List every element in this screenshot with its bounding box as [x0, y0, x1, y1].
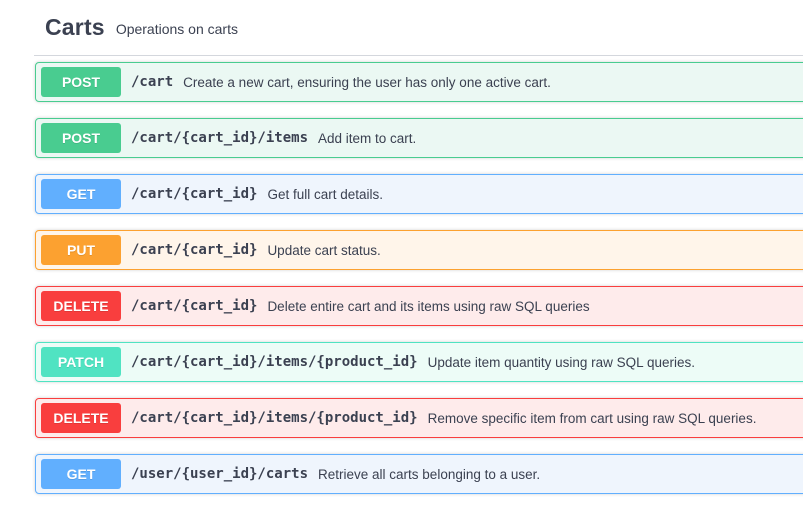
operation-path: /user/{user_id}/carts — [131, 466, 309, 482]
operation-path: /cart/{cart_id} — [131, 298, 258, 314]
operation-summary: Add item to cart. — [318, 130, 417, 146]
operation-summary: Retrieve all carts belonging to a user. — [318, 466, 541, 482]
operation-summary: Delete entire cart and its items using r… — [267, 298, 590, 314]
operation-patch-cart-item[interactable]: PATCH /cart/{cart_id}/items/{product_id}… — [35, 342, 803, 382]
tag-description: Operations on carts — [115, 20, 238, 37]
operation-path: /cart/{cart_id} — [131, 186, 258, 202]
operation-path: /cart/{cart_id}/items/{product_id} — [131, 410, 418, 426]
method-badge: PUT — [41, 235, 121, 265]
operation-post-cart[interactable]: POST /cart Create a new cart, ensuring t… — [35, 62, 803, 102]
method-badge: DELETE — [41, 291, 121, 321]
operation-path: /cart/{cart_id} — [131, 242, 258, 258]
operation-get-cart[interactable]: GET /cart/{cart_id} Get full cart detail… — [35, 174, 803, 214]
operation-summary: Remove specific item from cart using raw… — [427, 410, 757, 426]
tag-name: Carts — [45, 14, 105, 40]
operation-delete-cart[interactable]: DELETE /cart/{cart_id} Delete entire car… — [35, 286, 803, 326]
carts-section: Carts Operations on carts POST /cart Cre… — [0, 0, 803, 513]
operation-path: /cart/{cart_id}/items/{product_id} — [131, 354, 418, 370]
operation-summary: Update cart status. — [267, 242, 381, 258]
method-badge: GET — [41, 179, 121, 209]
method-badge: DELETE — [41, 403, 121, 433]
operation-get-user-carts[interactable]: GET /user/{user_id}/carts Retrieve all c… — [35, 454, 803, 494]
operations-list: POST /cart Create a new cart, ensuring t… — [35, 62, 803, 510]
operation-summary: Create a new cart, ensuring the user has… — [183, 74, 551, 90]
operation-path: /cart/{cart_id}/items — [131, 130, 309, 146]
method-badge: POST — [41, 123, 121, 153]
method-badge: GET — [41, 459, 121, 489]
operation-summary: Get full cart details. — [267, 186, 383, 202]
method-badge: POST — [41, 67, 121, 97]
operation-post-cart-items[interactable]: POST /cart/{cart_id}/items Add item to c… — [35, 118, 803, 158]
method-badge: PATCH — [41, 347, 121, 377]
tag-header[interactable]: Carts Operations on carts — [34, 0, 803, 56]
operation-path: /cart — [131, 74, 174, 90]
operation-put-cart[interactable]: PUT /cart/{cart_id} Update cart status. — [35, 230, 803, 270]
operation-delete-cart-item[interactable]: DELETE /cart/{cart_id}/items/{product_id… — [35, 398, 803, 438]
operation-summary: Update item quantity using raw SQL queri… — [427, 354, 695, 370]
